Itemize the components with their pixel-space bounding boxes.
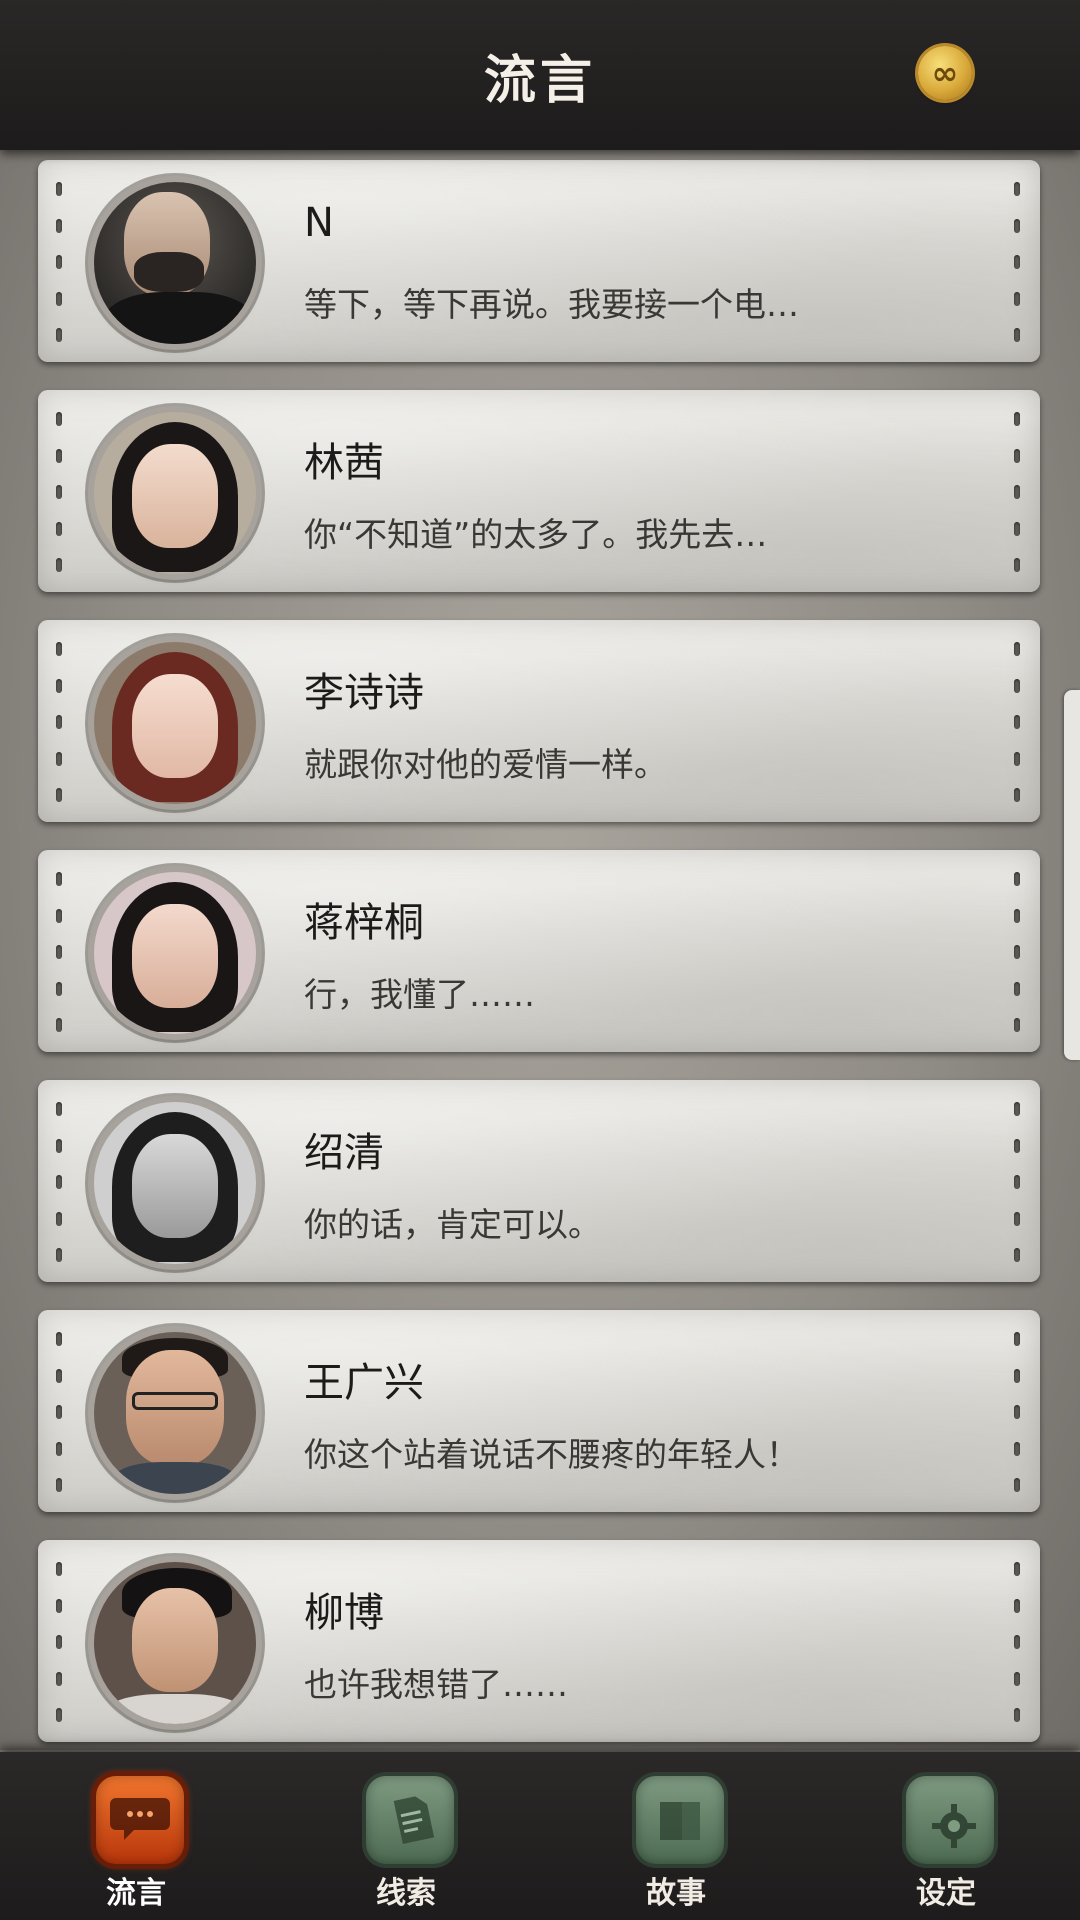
message-list: N 等下，等下再说。我要接一个电… 林茜 你“不知道”的太多了。我先去… 李诗诗… [38, 160, 1040, 1770]
card-holes-left [56, 1332, 64, 1492]
book-icon [636, 1776, 724, 1864]
card-holes-left [56, 182, 64, 342]
avatar [94, 1102, 256, 1264]
contact-name: 李诗诗 [304, 670, 424, 716]
tab-story[interactable]: 故事 [596, 1752, 756, 1920]
card-holes-right [1014, 1102, 1022, 1262]
coin-symbol: ∞ [931, 54, 959, 92]
message-item-shaoqing[interactable]: 绍清 你的话，肯定可以。 [38, 1080, 1040, 1282]
infinity-coin-icon[interactable]: ∞ [918, 46, 972, 100]
avatar [94, 182, 256, 344]
message-preview: 等下，等下再说。我要接一个电… [304, 285, 799, 324]
contact-name: 绍清 [304, 1130, 384, 1176]
card-holes-left [56, 412, 64, 572]
message-preview: 你“不知道”的太多了。我先去… [304, 515, 768, 554]
chat-bubble-icon [96, 1776, 184, 1864]
avatar [94, 872, 256, 1034]
message-preview: 你这个站着说话不腰疼的年轻人！ [304, 1435, 799, 1474]
avatar [94, 642, 256, 804]
top-bar: 流言 ∞ [0, 0, 1080, 150]
avatar [94, 1332, 256, 1494]
tab-label: 设定 [916, 1876, 976, 1911]
contact-name: 王广兴 [304, 1360, 424, 1406]
message-item-jiangzitong[interactable]: 蒋梓桐 行，我懂了…… [38, 850, 1040, 1052]
avatar [94, 412, 256, 574]
bottom-tab-bar: 流言 线索 故事 设定 [0, 1752, 1080, 1920]
message-item-n[interactable]: N 等下，等下再说。我要接一个电… [38, 160, 1040, 362]
avatar [94, 1562, 256, 1724]
contact-name: 林茜 [304, 440, 384, 486]
document-icon [366, 1776, 454, 1864]
card-holes-left [56, 1102, 64, 1262]
tab-clues[interactable]: 线索 [326, 1752, 486, 1920]
card-holes-right [1014, 182, 1022, 342]
tab-label: 流言 [106, 1876, 166, 1911]
card-holes-right [1014, 642, 1022, 802]
card-holes-right [1014, 1332, 1022, 1492]
card-holes-left [56, 642, 64, 802]
tab-label: 线索 [376, 1876, 436, 1911]
message-preview: 也许我想错了…… [304, 1665, 568, 1704]
message-preview: 你的话，肯定可以。 [304, 1205, 601, 1244]
contact-name: 蒋梓桐 [304, 900, 424, 946]
tab-label: 故事 [646, 1876, 706, 1911]
message-preview: 就跟你对他的爱情一样。 [304, 745, 667, 784]
message-item-lishishi[interactable]: 李诗诗 就跟你对他的爱情一样。 [38, 620, 1040, 822]
tab-rumors[interactable]: 流言 [56, 1752, 216, 1920]
message-item-wangguangxing[interactable]: 王广兴 你这个站着说话不腰疼的年轻人！ [38, 1310, 1040, 1512]
scrollbar[interactable] [1064, 690, 1080, 1060]
gear-icon [906, 1776, 994, 1864]
card-holes-left [56, 872, 64, 1032]
contact-name: N [304, 200, 334, 246]
message-item-linqian[interactable]: 林茜 你“不知道”的太多了。我先去… [38, 390, 1040, 592]
card-holes-right [1014, 872, 1022, 1032]
message-item-liubo[interactable]: 柳博 也许我想错了…… [38, 1540, 1040, 1742]
card-holes-left [56, 1562, 64, 1722]
card-holes-right [1014, 412, 1022, 572]
card-holes-right [1014, 1562, 1022, 1722]
contact-name: 柳博 [304, 1590, 384, 1636]
tab-settings[interactable]: 设定 [866, 1752, 1026, 1920]
message-preview: 行，我懂了…… [304, 975, 535, 1014]
